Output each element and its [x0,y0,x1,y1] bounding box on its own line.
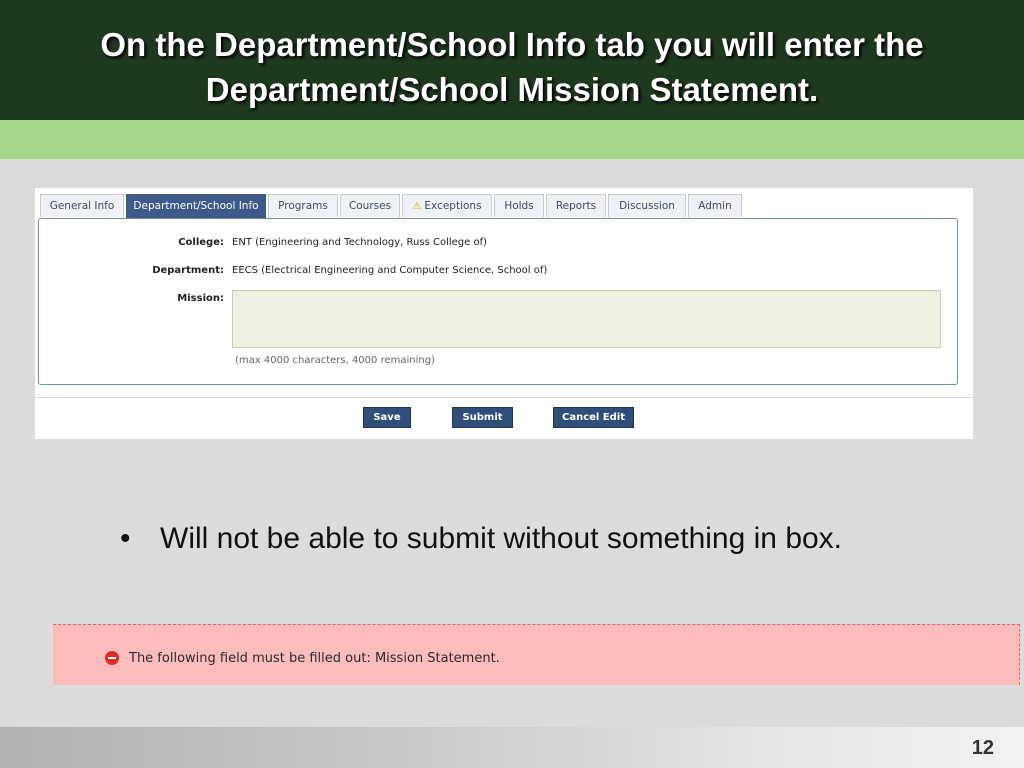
accent-band [0,120,1024,159]
bullet-text: Will not be able to submit without somet… [160,522,843,555]
tab-department-school-info[interactable]: Department/School Info [126,194,266,218]
tab-admin[interactable]: Admin [688,194,742,217]
slide-title: On the Department/School Info tab you wi… [100,26,924,108]
mission-label: Mission: [177,293,224,304]
form-screenshot: General Info Department/School Info Prog… [35,188,973,439]
cancel-edit-button[interactable]: Cancel Edit [553,407,634,428]
college-label: College: [178,237,224,248]
bullet-marker: • [120,522,131,555]
save-button[interactable]: Save [363,407,411,428]
college-value: ENT (Engineering and Technology, Russ Co… [232,237,487,248]
tab-label: Courses [348,200,392,212]
tab-programs[interactable]: Programs [268,194,338,217]
tab-general-info[interactable]: General Info [40,194,124,217]
tab-label: Discussion [619,200,675,212]
mission-textarea[interactable] [232,290,941,348]
tab-label: Reports [555,200,597,212]
tab-label: Holds [504,200,534,212]
tab-holds[interactable]: Holds [494,194,544,217]
tab-courses[interactable]: Courses [340,194,400,217]
tab-label: Exceptions [424,200,482,212]
tab-label: Admin [698,200,732,212]
tab-exceptions[interactable]: ⚠ Exceptions [402,194,492,217]
error-message-bar: The following field must be filled out: … [53,624,1020,685]
warning-icon: ⚠ [412,201,422,212]
department-value: EECS (Electrical Engineering and Compute… [232,265,548,276]
tab-reports[interactable]: Reports [546,194,606,217]
error-icon [105,651,119,665]
tab-label: Programs [278,200,328,212]
divider [35,397,973,398]
department-label: Department: [152,265,224,276]
error-message: The following field must be filled out: … [129,651,500,666]
bullet-point: • Will not be able to submit without some… [120,520,842,558]
tab-discussion[interactable]: Discussion [608,194,686,217]
form-panel: College: ENT (Engineering and Technology… [38,218,958,385]
title-band: On the Department/School Info tab you wi… [0,0,1024,120]
character-count-hint: (max 4000 characters, 4000 remaining) [235,355,435,366]
submit-button[interactable]: Submit [452,407,513,428]
tab-label: Department/School Info [133,200,259,212]
page-number: 12 [971,737,994,759]
tab-label: General Info [49,200,115,212]
footer-bar: 12 [0,727,1024,768]
